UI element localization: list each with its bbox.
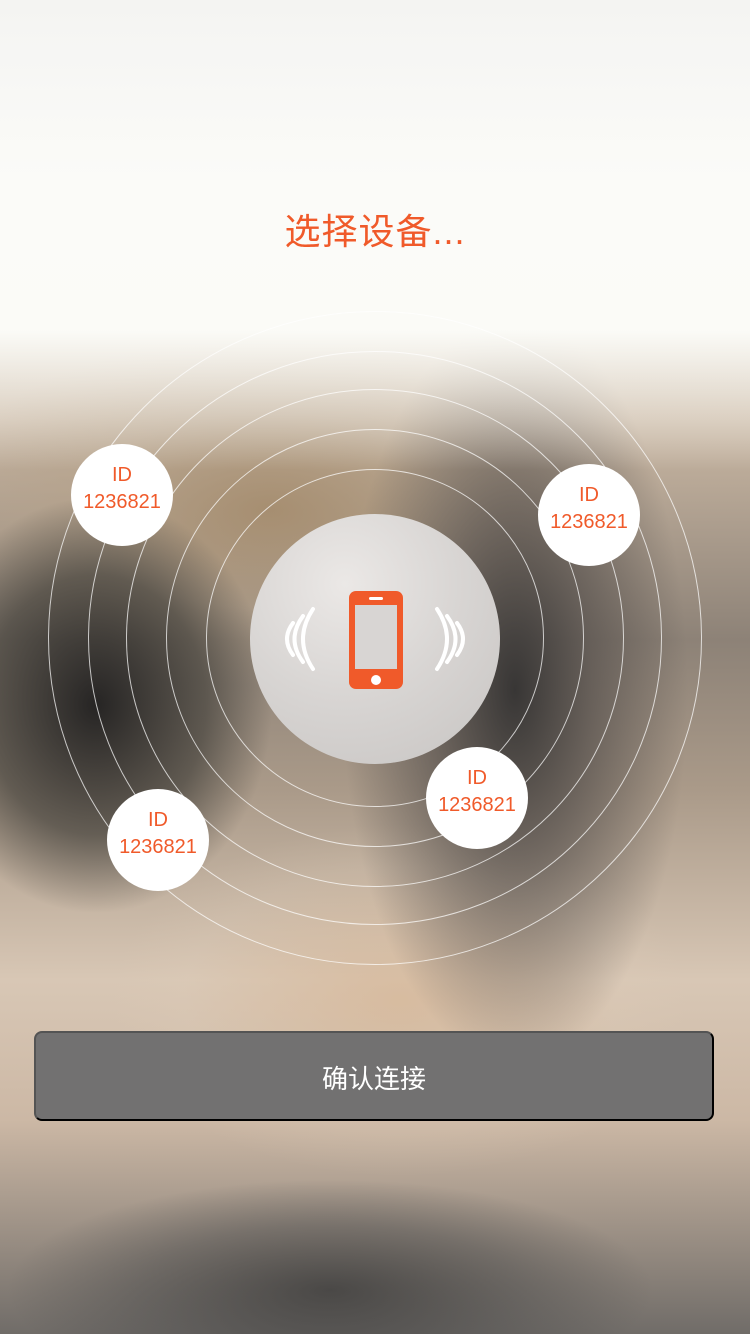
device-option[interactable]: ID 1236821 — [107, 789, 209, 891]
device-id-value: 1236821 — [438, 794, 516, 816]
device-id-label: ID — [467, 767, 487, 789]
device-id-label: ID — [579, 484, 599, 506]
device-id-label: ID — [112, 464, 132, 486]
device-radar: ID 1236821 ID 1236821 ID 1236821 ID 1236… — [0, 0, 750, 1000]
device-id-value: 1236821 — [119, 836, 197, 858]
confirm-connection-button[interactable]: 确认连接 — [34, 1031, 714, 1121]
device-id-label: ID — [148, 809, 168, 831]
current-phone-disc — [250, 514, 500, 764]
phone-signal-icon — [285, 591, 465, 689]
device-option[interactable]: ID 1236821 — [426, 747, 528, 849]
device-option[interactable]: ID 1236821 — [538, 464, 640, 566]
device-id-value: 1236821 — [550, 511, 628, 533]
device-option[interactable]: ID 1236821 — [71, 444, 173, 546]
device-id-value: 1236821 — [83, 491, 161, 513]
